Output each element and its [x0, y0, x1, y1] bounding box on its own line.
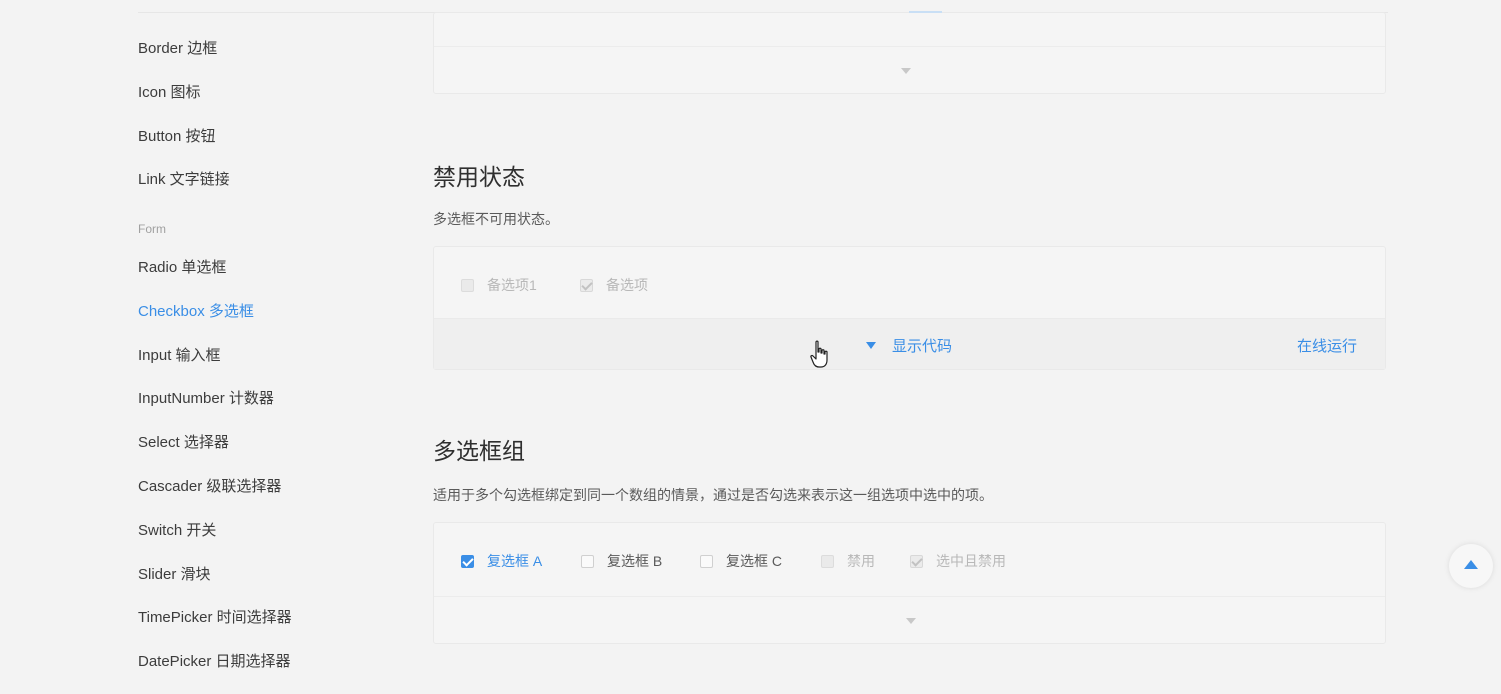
sidebar-item-select[interactable]: Select 选择器 — [138, 431, 229, 452]
checkbox-label: 选中且禁用 — [936, 553, 1006, 569]
check-icon — [581, 278, 593, 291]
demo-block-previous — [433, 12, 1386, 94]
check-icon — [911, 554, 923, 567]
sidebar-item-border[interactable]: Border 边框 — [138, 37, 217, 58]
show-code-button[interactable]: 显示代码 — [866, 335, 952, 356]
sidebar-item-checkbox[interactable]: Checkbox 多选框 — [138, 300, 254, 321]
checkbox-box[interactable] — [581, 554, 594, 568]
section-title-disabled: 禁用状态 — [433, 164, 525, 190]
section-title-group: 多选框组 — [433, 438, 525, 464]
arrow-up-icon — [1464, 560, 1478, 569]
online-run-link[interactable]: 在线运行 — [1297, 335, 1357, 356]
checkbox-option1: 备选项1 — [461, 275, 537, 295]
section-desc-group: 适用于多个勾选框绑定到同一个数组的情景，通过是否勾选来表示这一组选项中选中的项。 — [433, 487, 993, 503]
sidebar-group-form: Form — [138, 222, 166, 236]
check-icon — [462, 554, 474, 567]
checkbox-box[interactable] — [700, 554, 713, 568]
section-desc-disabled: 多选框不可用状态。 — [433, 211, 559, 227]
code-toggle-bar[interactable]: 显示代码 在线运行 — [434, 318, 1385, 369]
docs-page: Border 边框 Icon 图标 Button 按钮 Link 文字链接 Fo… — [0, 0, 1501, 694]
sidebar-item-radio[interactable]: Radio 单选框 — [138, 256, 226, 277]
sidebar-item-button[interactable]: Button 按钮 — [138, 125, 216, 146]
sidebar-item-icon[interactable]: Icon 图标 — [138, 81, 201, 102]
sidebar-item-inputnumber[interactable]: InputNumber 计数器 — [138, 387, 274, 408]
demo-block-group: 复选框 A 复选框 B 复选框 C 禁用 选中且禁用 — [433, 522, 1386, 644]
checkbox-box[interactable] — [461, 554, 474, 568]
sidebar-item-input[interactable]: Input 输入框 — [138, 344, 221, 365]
demo-block-disabled: 备选项1 备选项 显示代码 在线运行 — [433, 246, 1386, 370]
sidebar-item-datepicker[interactable]: DatePicker 日期选择器 — [138, 650, 291, 671]
caret-down-icon — [866, 342, 876, 349]
checkbox-label[interactable]: 复选框 A — [487, 551, 542, 571]
caret-down-icon[interactable] — [901, 68, 911, 74]
checkbox-label: 备选项 — [606, 277, 648, 293]
caret-down-icon[interactable] — [906, 618, 916, 624]
checkbox-box — [910, 554, 923, 568]
checkbox-a[interactable]: 复选框 A — [461, 551, 542, 571]
checkbox-option2: 备选项 — [580, 275, 648, 295]
sidebar-item-slider[interactable]: Slider 滑块 — [138, 563, 211, 584]
demo-divider — [434, 46, 1385, 47]
checkbox-label: 备选项1 — [487, 277, 537, 293]
checkbox-box — [821, 554, 834, 568]
checkbox-checked-disabled: 选中且禁用 — [910, 551, 1006, 571]
sidebar: Border 边框 Icon 图标 Button 按钮 Link 文字链接 Fo… — [0, 0, 400, 694]
sidebar-item-switch[interactable]: Switch 开关 — [138, 519, 216, 540]
sidebar-item-link[interactable]: Link 文字链接 — [138, 168, 230, 189]
demo-divider — [434, 596, 1385, 597]
checkbox-label[interactable]: 复选框 B — [607, 551, 662, 571]
checkbox-label: 禁用 — [847, 553, 875, 569]
active-tab-underline — [909, 11, 942, 13]
checkbox-box — [580, 278, 593, 292]
hand-pointer-icon — [810, 340, 828, 368]
checkbox-disabled: 禁用 — [821, 551, 875, 571]
show-code-label: 显示代码 — [892, 338, 953, 355]
sidebar-item-cascader[interactable]: Cascader 级联选择器 — [138, 475, 281, 496]
checkbox-b[interactable]: 复选框 B — [581, 551, 662, 571]
back-to-top-button[interactable] — [1449, 544, 1493, 588]
sidebar-item-timepicker[interactable]: TimePicker 时间选择器 — [138, 606, 292, 627]
checkbox-label[interactable]: 复选框 C — [726, 551, 782, 571]
checkbox-c[interactable]: 复选框 C — [700, 551, 782, 571]
checkbox-box — [461, 278, 474, 292]
